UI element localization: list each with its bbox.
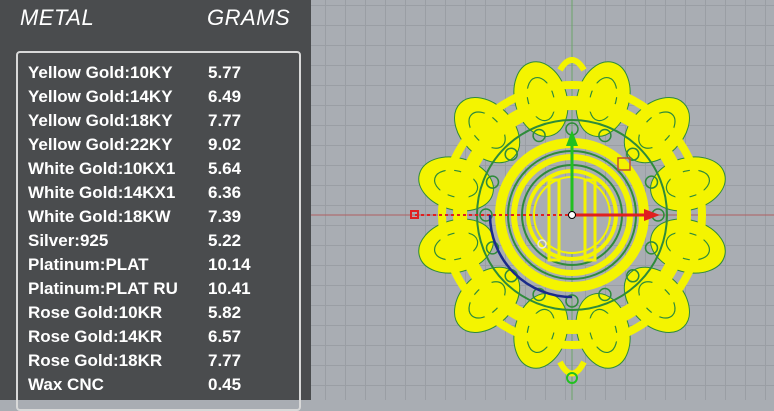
gram-value: 0.45	[208, 375, 242, 394]
gumball-x-arrow[interactable]	[644, 209, 660, 221]
metal-name: Platinum:PLAT	[28, 255, 149, 274]
metal-name: Platinum:PLAT RU	[28, 279, 178, 298]
gram-value: 10.14	[208, 255, 251, 274]
metal-name: Rose Gold:10KR	[28, 303, 163, 322]
gumball-center[interactable]	[568, 211, 576, 219]
metal-name: White Gold:10KX1	[28, 159, 176, 178]
metal-weight-panel: METAL GRAMS Yellow Gold:10KY 5.77 Yellow …	[0, 0, 311, 411]
gram-value: 6.36	[208, 183, 242, 202]
panel-header: METAL GRAMS	[20, 5, 299, 33]
metal-name: Yellow Gold:10KY	[28, 63, 173, 82]
metal-name: Rose Gold:18KR	[28, 351, 163, 370]
header-grams: GRAMS	[207, 5, 291, 30]
gram-value: 7.39	[208, 207, 242, 226]
metal-name: Silver:925	[28, 231, 109, 250]
gram-value: 9.02	[208, 135, 242, 154]
weight-table: Yellow Gold:10KY 5.77 Yellow Gold:14KY 6.4…	[16, 51, 301, 411]
header-metal: METAL	[20, 5, 95, 30]
gram-value: 6.49	[208, 87, 242, 106]
gram-value: 5.82	[208, 303, 242, 322]
gram-value: 5.22	[208, 231, 242, 250]
metal-name: Rose Gold:14KR	[28, 327, 163, 346]
gram-value: 6.57	[208, 327, 242, 346]
metal-name: White Gold:14KX1	[28, 183, 176, 202]
metal-name: White Gold:18KW	[28, 207, 171, 226]
metal-name: Yellow Gold:18KY	[28, 111, 173, 130]
gram-value: 7.77	[208, 351, 242, 370]
metal-name: Yellow Gold:14KY	[28, 87, 173, 106]
metal-name: Wax CNC	[28, 375, 104, 394]
gram-value: 7.77	[208, 111, 242, 130]
gram-value: 5.64	[208, 159, 242, 178]
metal-name: Yellow Gold:22KY	[28, 135, 173, 154]
gram-value: 5.77	[208, 63, 242, 82]
gram-value: 10.41	[208, 279, 251, 298]
